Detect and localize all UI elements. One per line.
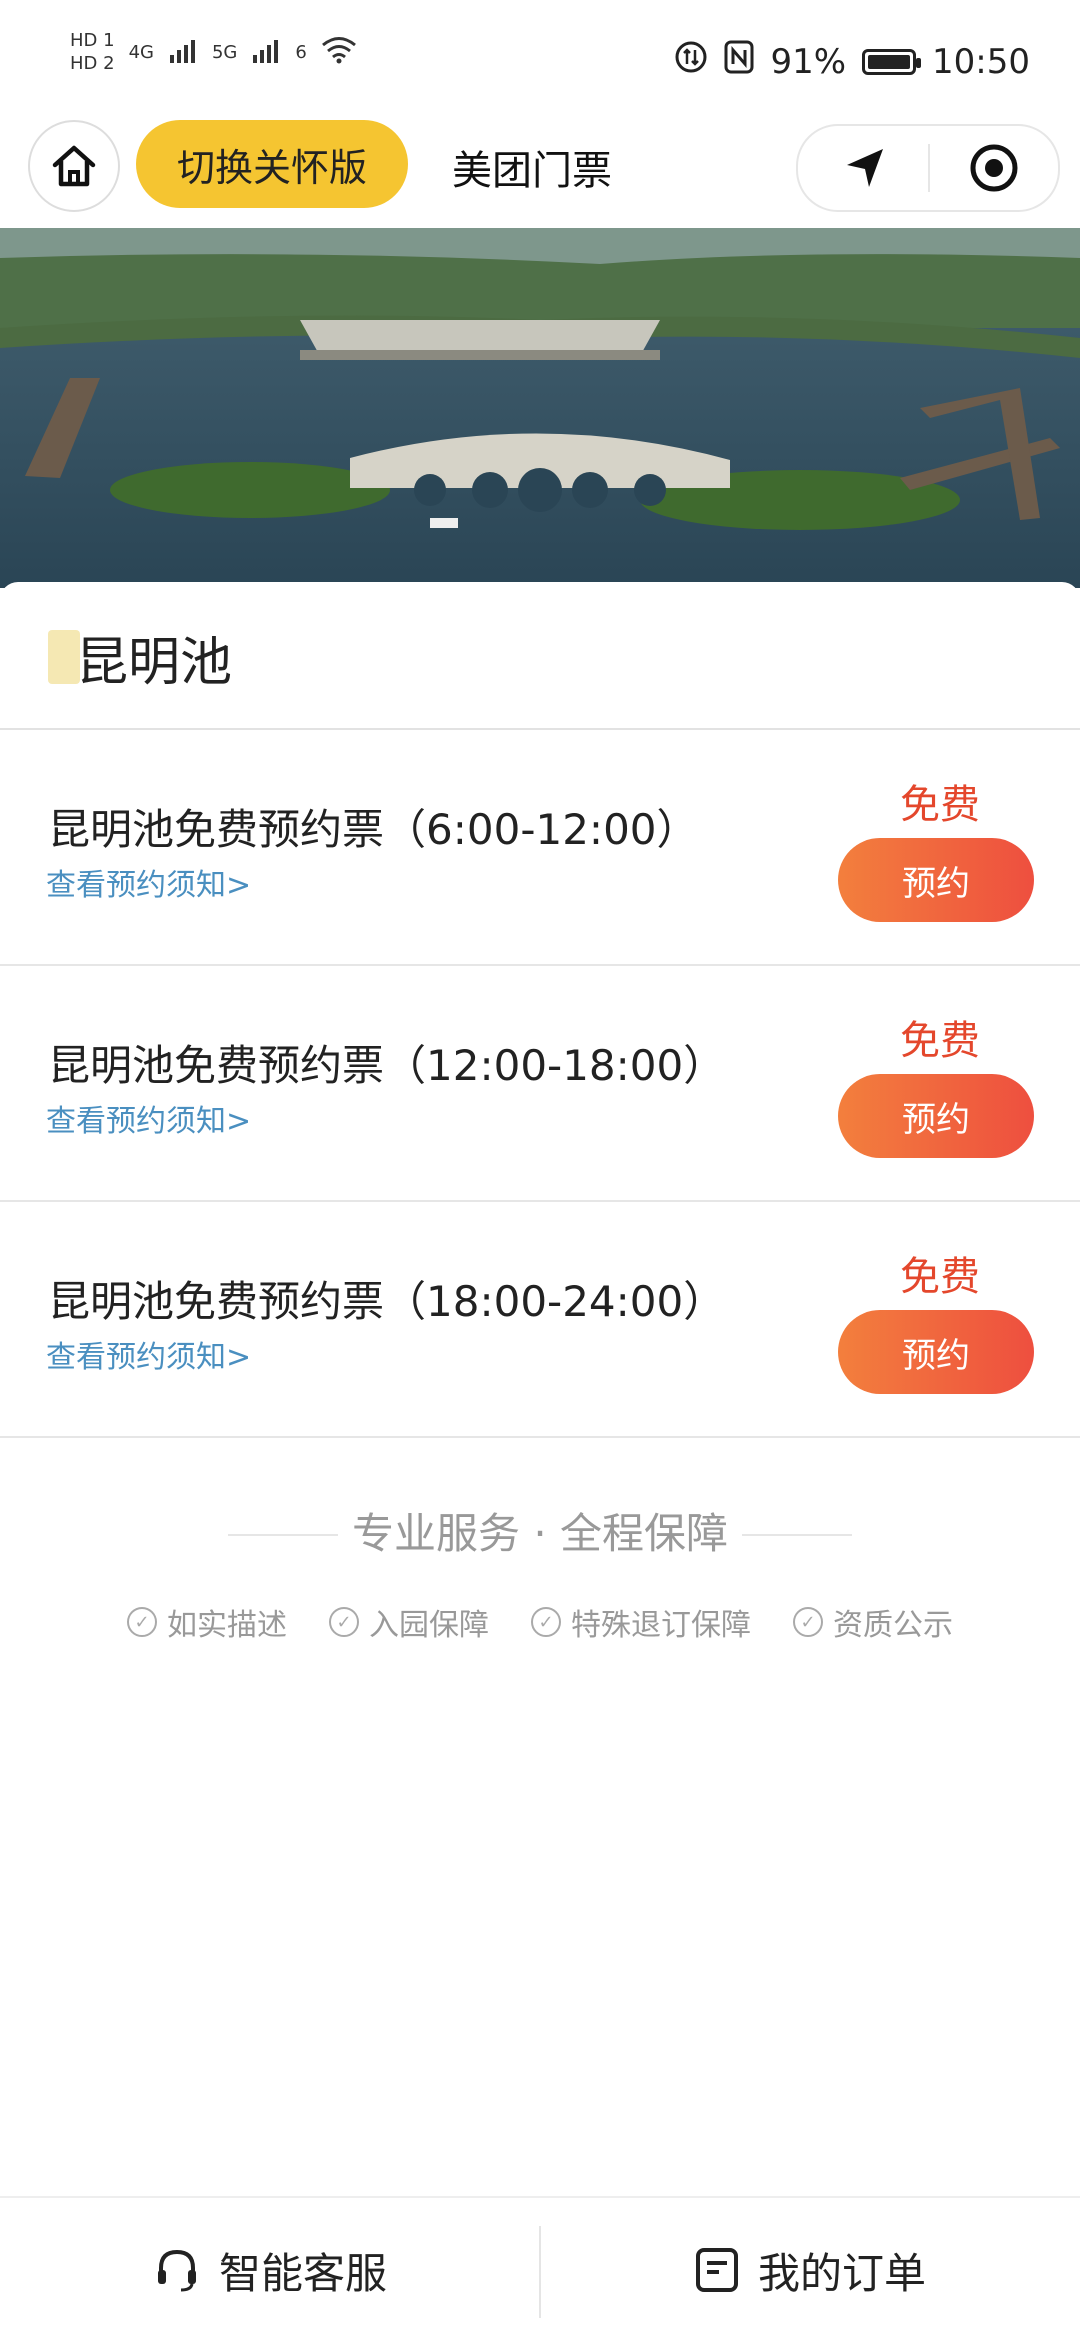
home-button[interactable] xyxy=(28,120,120,212)
page-title: 美团门票 xyxy=(452,148,612,194)
ticket-price: 免费 xyxy=(900,1018,980,1064)
signal-indicators: HD 1 HD 2 4G 5G 6 xyxy=(70,30,357,74)
header: 切换关怀版 美团门票 xyxy=(0,120,1080,228)
guarantee-divider-right xyxy=(742,1534,852,1536)
data-saver-icon xyxy=(674,40,708,83)
mini-program-capsule xyxy=(796,124,1060,212)
wifi-badge: 6 xyxy=(295,41,307,63)
network2-label: 5G xyxy=(211,41,238,63)
status-bar: HD 1 HD 2 4G 5G 6 91% 10:50 xyxy=(0,0,1080,120)
guarantee-badge: ✓ 入园保障 xyxy=(329,1600,489,1644)
check-circle-icon: ✓ xyxy=(127,1607,157,1637)
close-mini-program-button[interactable] xyxy=(966,140,1022,196)
guarantee-label: 如实描述 xyxy=(167,1608,287,1643)
scenic-banner-image xyxy=(0,228,1080,588)
book-button[interactable]: 预约 xyxy=(838,1074,1034,1158)
location-button[interactable] xyxy=(838,140,894,196)
bottom-bar: 智能客服 我的订单 xyxy=(0,2196,1080,2342)
booking-notice-link[interactable]: 查看预约须知> xyxy=(46,1332,251,1376)
capsule-divider xyxy=(928,144,930,192)
battery-icon xyxy=(862,48,922,75)
ticket-item: 昆明池免费预约票（12:00-18:00） 查看预约须知> 免费 预约 xyxy=(0,966,1080,1202)
guarantee-title: 专业服务 · 全程保障 xyxy=(351,1509,729,1558)
guarantee-badge: ✓ 资质公示 xyxy=(793,1600,953,1644)
signal-icon xyxy=(251,37,281,68)
headset-icon xyxy=(157,2249,196,2292)
wifi-icon xyxy=(321,36,357,69)
customer-service-label: 智能客服 xyxy=(218,2248,387,2298)
guarantee-label: 入园保障 xyxy=(369,1608,489,1643)
spot-name: 昆明池 xyxy=(76,633,233,693)
home-icon xyxy=(52,145,96,187)
ticket-name: 昆明池免费预约票（6:00-12:00） xyxy=(48,805,699,854)
battery-percent: 91% xyxy=(770,41,847,82)
guarantee-divider-left xyxy=(228,1534,338,1536)
sim2-hd: HD 2 xyxy=(70,53,115,74)
ticket-name: 昆明池免费预约票（18:00-24:00） xyxy=(48,1277,726,1326)
ticket-name: 昆明池免费预约票（12:00-18:00） xyxy=(48,1041,726,1090)
my-orders-button[interactable]: 我的订单 xyxy=(540,2198,1080,2342)
booking-notice-link[interactable]: 查看预约须知> xyxy=(46,860,251,904)
record-icon xyxy=(970,144,1018,192)
guarantee-badges: ✓ 如实描述 ✓ 入园保障 ✓ 特殊退订保障 ✓ 资质公示 xyxy=(0,1600,1080,1644)
check-circle-icon: ✓ xyxy=(531,1607,561,1637)
network1-label: 4G xyxy=(128,41,154,63)
booking-notice-link[interactable]: 查看预约须知> xyxy=(46,1096,251,1140)
book-button[interactable]: 预约 xyxy=(838,838,1034,922)
check-circle-icon: ✓ xyxy=(793,1607,823,1637)
my-orders-label: 我的订单 xyxy=(757,2248,926,2298)
signal-icon xyxy=(168,37,198,68)
customer-service-button[interactable]: 智能客服 xyxy=(0,2198,540,2342)
ticket-price: 免费 xyxy=(900,782,980,828)
location-arrow-icon xyxy=(847,149,883,187)
system-indicators: 91% 10:50 xyxy=(674,40,1030,83)
care-mode-button[interactable]: 切换关怀版 xyxy=(136,120,408,208)
service-guarantee: 专业服务 · 全程保障 xyxy=(0,1500,1080,1561)
hd-indicators: HD 1 HD 2 xyxy=(70,30,115,74)
ticket-item: 昆明池免费预约票（18:00-24:00） 查看预约须知> 免费 预约 xyxy=(0,1202,1080,1438)
sim1-hd: HD 1 xyxy=(70,30,115,51)
guarantee-badge: ✓ 如实描述 xyxy=(127,1600,287,1644)
spot-header: 昆明池 xyxy=(0,582,1080,730)
ticket-item: 昆明池免费预约票（6:00-12:00） 查看预约须知> 免费 预约 xyxy=(0,730,1080,966)
guarantee-badge: ✓ 特殊退订保障 xyxy=(531,1600,751,1644)
book-button[interactable]: 预约 xyxy=(838,1310,1034,1394)
clock: 10:50 xyxy=(932,41,1030,82)
check-circle-icon: ✓ xyxy=(329,1607,359,1637)
nfc-icon xyxy=(724,40,754,83)
ticket-card: 昆明池 昆明池免费预约票（6:00-12:00） 查看预约须知> 免费 预约 昆… xyxy=(0,582,1080,1438)
order-icon xyxy=(695,2248,738,2292)
guarantee-label: 资质公示 xyxy=(833,1608,953,1643)
ticket-price: 免费 xyxy=(900,1254,980,1300)
guarantee-label: 特殊退订保障 xyxy=(571,1608,751,1643)
